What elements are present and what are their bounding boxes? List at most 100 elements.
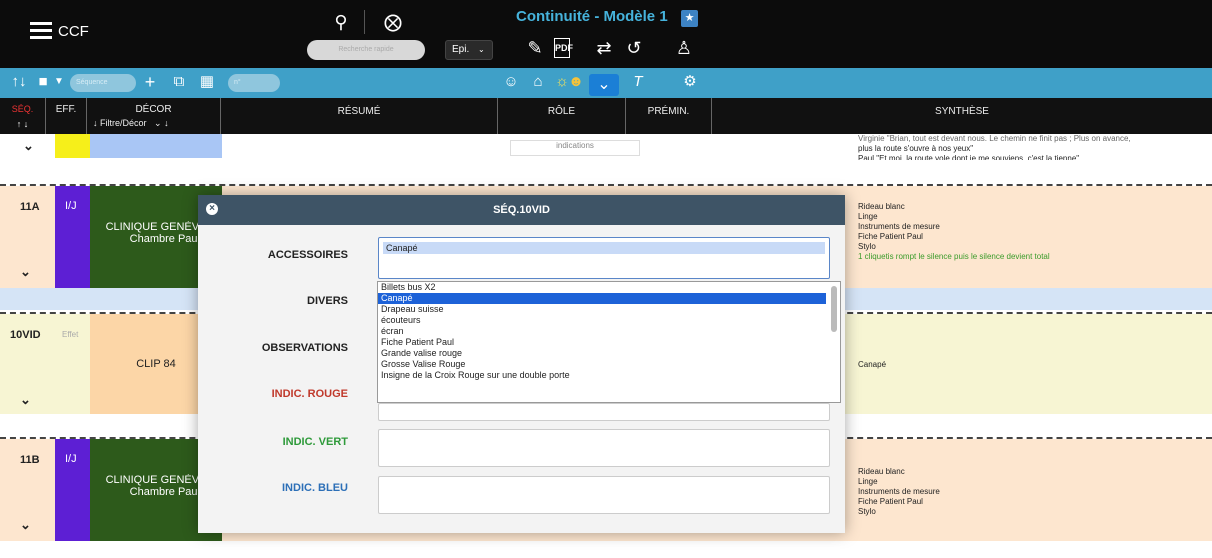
synth-line: Paul "Et moi, la route vole dont je me s… bbox=[858, 154, 1080, 160]
col-synthese[interactable]: SYNTHÈSE bbox=[712, 98, 1212, 134]
accessoires-label: ACCESSOIRES bbox=[267, 249, 348, 261]
indic-rouge-field[interactable] bbox=[378, 403, 830, 421]
observations-label: OBSERVATIONS bbox=[261, 342, 348, 354]
effect-cell: I/J bbox=[55, 439, 90, 541]
indic-vert-label: INDIC. VERT bbox=[282, 436, 348, 448]
effect-label: I/J bbox=[65, 200, 77, 212]
episode-select[interactable]: Epi. ⌄ bbox=[445, 40, 493, 60]
role-cell: indications bbox=[510, 140, 640, 156]
swap-icon[interactable]: ⇄ bbox=[593, 38, 615, 58]
col-seq[interactable]: SÉQ. ↑ ↓ bbox=[0, 98, 46, 134]
col-premin-label: PRÉMIN. bbox=[647, 106, 690, 117]
synthese-cell: Rideau blanc Linge Instruments de mesure… bbox=[858, 202, 1198, 262]
table-row[interactable]: ⌄ indications Virginie "Brian, tout est … bbox=[0, 134, 1212, 160]
dropdown-option[interactable]: Grosse Valise Rouge bbox=[378, 359, 826, 370]
synthese-cell: Canapé bbox=[858, 360, 887, 369]
smiley-icon[interactable]: ☻ bbox=[565, 68, 587, 96]
user-settings-icon[interactable]: ♙ bbox=[673, 38, 695, 58]
app-name: CCF bbox=[58, 23, 89, 40]
episode-select-label: Epi. bbox=[452, 44, 470, 55]
checkbox-icon[interactable]: ■ bbox=[36, 68, 50, 96]
effect-label: Effet bbox=[62, 330, 79, 339]
decor-filter-select[interactable]: Filtre/Décor bbox=[100, 118, 147, 128]
page-title: Continuité - Modèle 1 bbox=[516, 8, 668, 25]
indic-bleu-field[interactable] bbox=[378, 476, 830, 514]
dialog-header: SÉQ.10VID bbox=[198, 195, 845, 225]
col-resume[interactable]: RÉSUMÉ bbox=[221, 98, 498, 134]
dropdown-option[interactable]: Drapeau suisse bbox=[378, 304, 826, 315]
synth-line: Instruments de mesure bbox=[858, 222, 940, 231]
effect-cell: I/J bbox=[55, 186, 90, 288]
chevron-down-icon[interactable]: ⌄ bbox=[20, 392, 31, 408]
synth-line: plus la route s'ouvre à nos yeux" bbox=[858, 144, 974, 153]
clear-search-icon[interactable]: ⨂ bbox=[382, 12, 404, 32]
col-role[interactable]: RÔLE bbox=[498, 98, 626, 134]
chevron-down-icon[interactable]: ⌄ bbox=[20, 264, 31, 280]
filter-input[interactable]: n° bbox=[228, 74, 280, 92]
col-premin[interactable]: PRÉMIN. bbox=[626, 98, 712, 134]
synth-line: Fiche Patient Paul bbox=[858, 497, 923, 506]
edit-icon[interactable]: ✎ bbox=[524, 38, 546, 58]
chevron-down-icon: ⌄ bbox=[478, 45, 485, 54]
col-eff[interactable]: EFF. bbox=[46, 98, 87, 134]
col-resume-label: RÉSUMÉ bbox=[337, 106, 381, 117]
dropdown-option[interactable]: Canapé bbox=[378, 293, 826, 304]
seq-number: 10VID bbox=[10, 329, 41, 341]
chevron-down-icon[interactable]: ⌄ bbox=[20, 517, 31, 533]
seq-number: 11A bbox=[20, 201, 40, 213]
grid-icon[interactable]: ▦ bbox=[198, 68, 216, 96]
clear-format-icon[interactable]: T bbox=[627, 68, 649, 96]
synth-line: Linge bbox=[858, 477, 878, 486]
synth-line: Rideau blanc bbox=[858, 202, 905, 211]
effect-color-cell bbox=[55, 134, 90, 158]
duplicate-icon[interactable]: ⧉ bbox=[170, 68, 188, 96]
col-role-label: RÔLE bbox=[547, 106, 576, 117]
dropdown-option[interactable]: écouteurs bbox=[378, 315, 826, 326]
sort-arrows-icon[interactable]: ↑↓ bbox=[4, 68, 34, 96]
col-decor[interactable]: DÉCOR ↓ Filtre/Décor ⌄ ↓ bbox=[87, 98, 221, 134]
home-icon[interactable]: ⌂ bbox=[527, 68, 549, 96]
quick-search-input[interactable]: Recherche rapide bbox=[307, 40, 425, 60]
synth-line: Linge bbox=[858, 212, 878, 221]
star-icon[interactable]: ★ bbox=[681, 10, 698, 27]
divider bbox=[364, 10, 365, 34]
synth-line: Stylo bbox=[858, 242, 876, 251]
accessoires-dropdown-list[interactable]: Billets bus X2 Canapé Drapeau suisse écoute… bbox=[377, 281, 841, 403]
triangle-down-icon[interactable]: ▼ bbox=[52, 68, 66, 96]
effect-label: I/J bbox=[65, 453, 77, 465]
seq-number: 11B bbox=[20, 454, 40, 466]
synth-line: Stylo bbox=[858, 507, 876, 516]
chevron-down-icon[interactable]: ⌄ bbox=[589, 74, 619, 96]
dropdown-option[interactable]: Insigne de la Croix Rouge sur une double… bbox=[378, 370, 826, 381]
top-bar: CCF ⚲ ⨂ Recherche rapide Epi. ⌄ Continui… bbox=[0, 0, 1212, 68]
col-seq-label: SÉQ. bbox=[11, 104, 34, 114]
pdf-icon[interactable]: PDF bbox=[554, 38, 573, 58]
synthese-cell: Rideau blanc Linge Instruments de mesure… bbox=[858, 467, 1198, 517]
decor-label: CLIP 84 bbox=[136, 358, 176, 370]
accessoires-value: Canapé bbox=[383, 242, 825, 254]
gear-icon[interactable]: ⚙ bbox=[679, 68, 701, 96]
dropdown-option[interactable]: écran bbox=[378, 326, 826, 337]
search-replace-icon[interactable]: ↺ bbox=[623, 38, 645, 58]
indic-bleu-label: INDIC. BLEU bbox=[282, 482, 348, 494]
accessoires-field[interactable]: Canapé bbox=[378, 237, 830, 279]
sequence-nav-input[interactable]: Séquence bbox=[70, 74, 136, 92]
col-synthese-label: SYNTHÈSE bbox=[935, 106, 989, 117]
synth-line-green: 1 cliquetis rompt le silence puis le sil… bbox=[858, 252, 1050, 261]
dropdown-option[interactable]: Grande valise rouge bbox=[378, 348, 826, 359]
table-header: SÉQ. ↑ ↓ EFF. DÉCOR ↓ Filtre/Décor ⌄ ↓ R… bbox=[0, 98, 1212, 134]
dropdown-option[interactable]: Fiche Patient Paul bbox=[378, 337, 826, 348]
dialog-title: SÉQ.10VID bbox=[493, 204, 550, 216]
search-icon[interactable]: ⚲ bbox=[330, 12, 352, 32]
indic-vert-field[interactable] bbox=[378, 429, 830, 467]
dropdown-option[interactable]: Billets bus X2 bbox=[378, 282, 826, 293]
mask-icon[interactable]: ☺ bbox=[500, 68, 522, 96]
add-icon[interactable]: + bbox=[141, 68, 159, 96]
col-eff-label: EFF. bbox=[55, 104, 77, 115]
chevron-down-icon[interactable]: ⌄ bbox=[23, 138, 34, 154]
menu-icon[interactable] bbox=[30, 22, 52, 40]
scrollbar-thumb[interactable] bbox=[831, 286, 837, 332]
synth-line: Rideau blanc bbox=[858, 467, 905, 476]
close-icon[interactable]: × bbox=[206, 203, 218, 215]
synthese-cell: Virginie "Brian, tout est devant nous. L… bbox=[858, 134, 1208, 160]
